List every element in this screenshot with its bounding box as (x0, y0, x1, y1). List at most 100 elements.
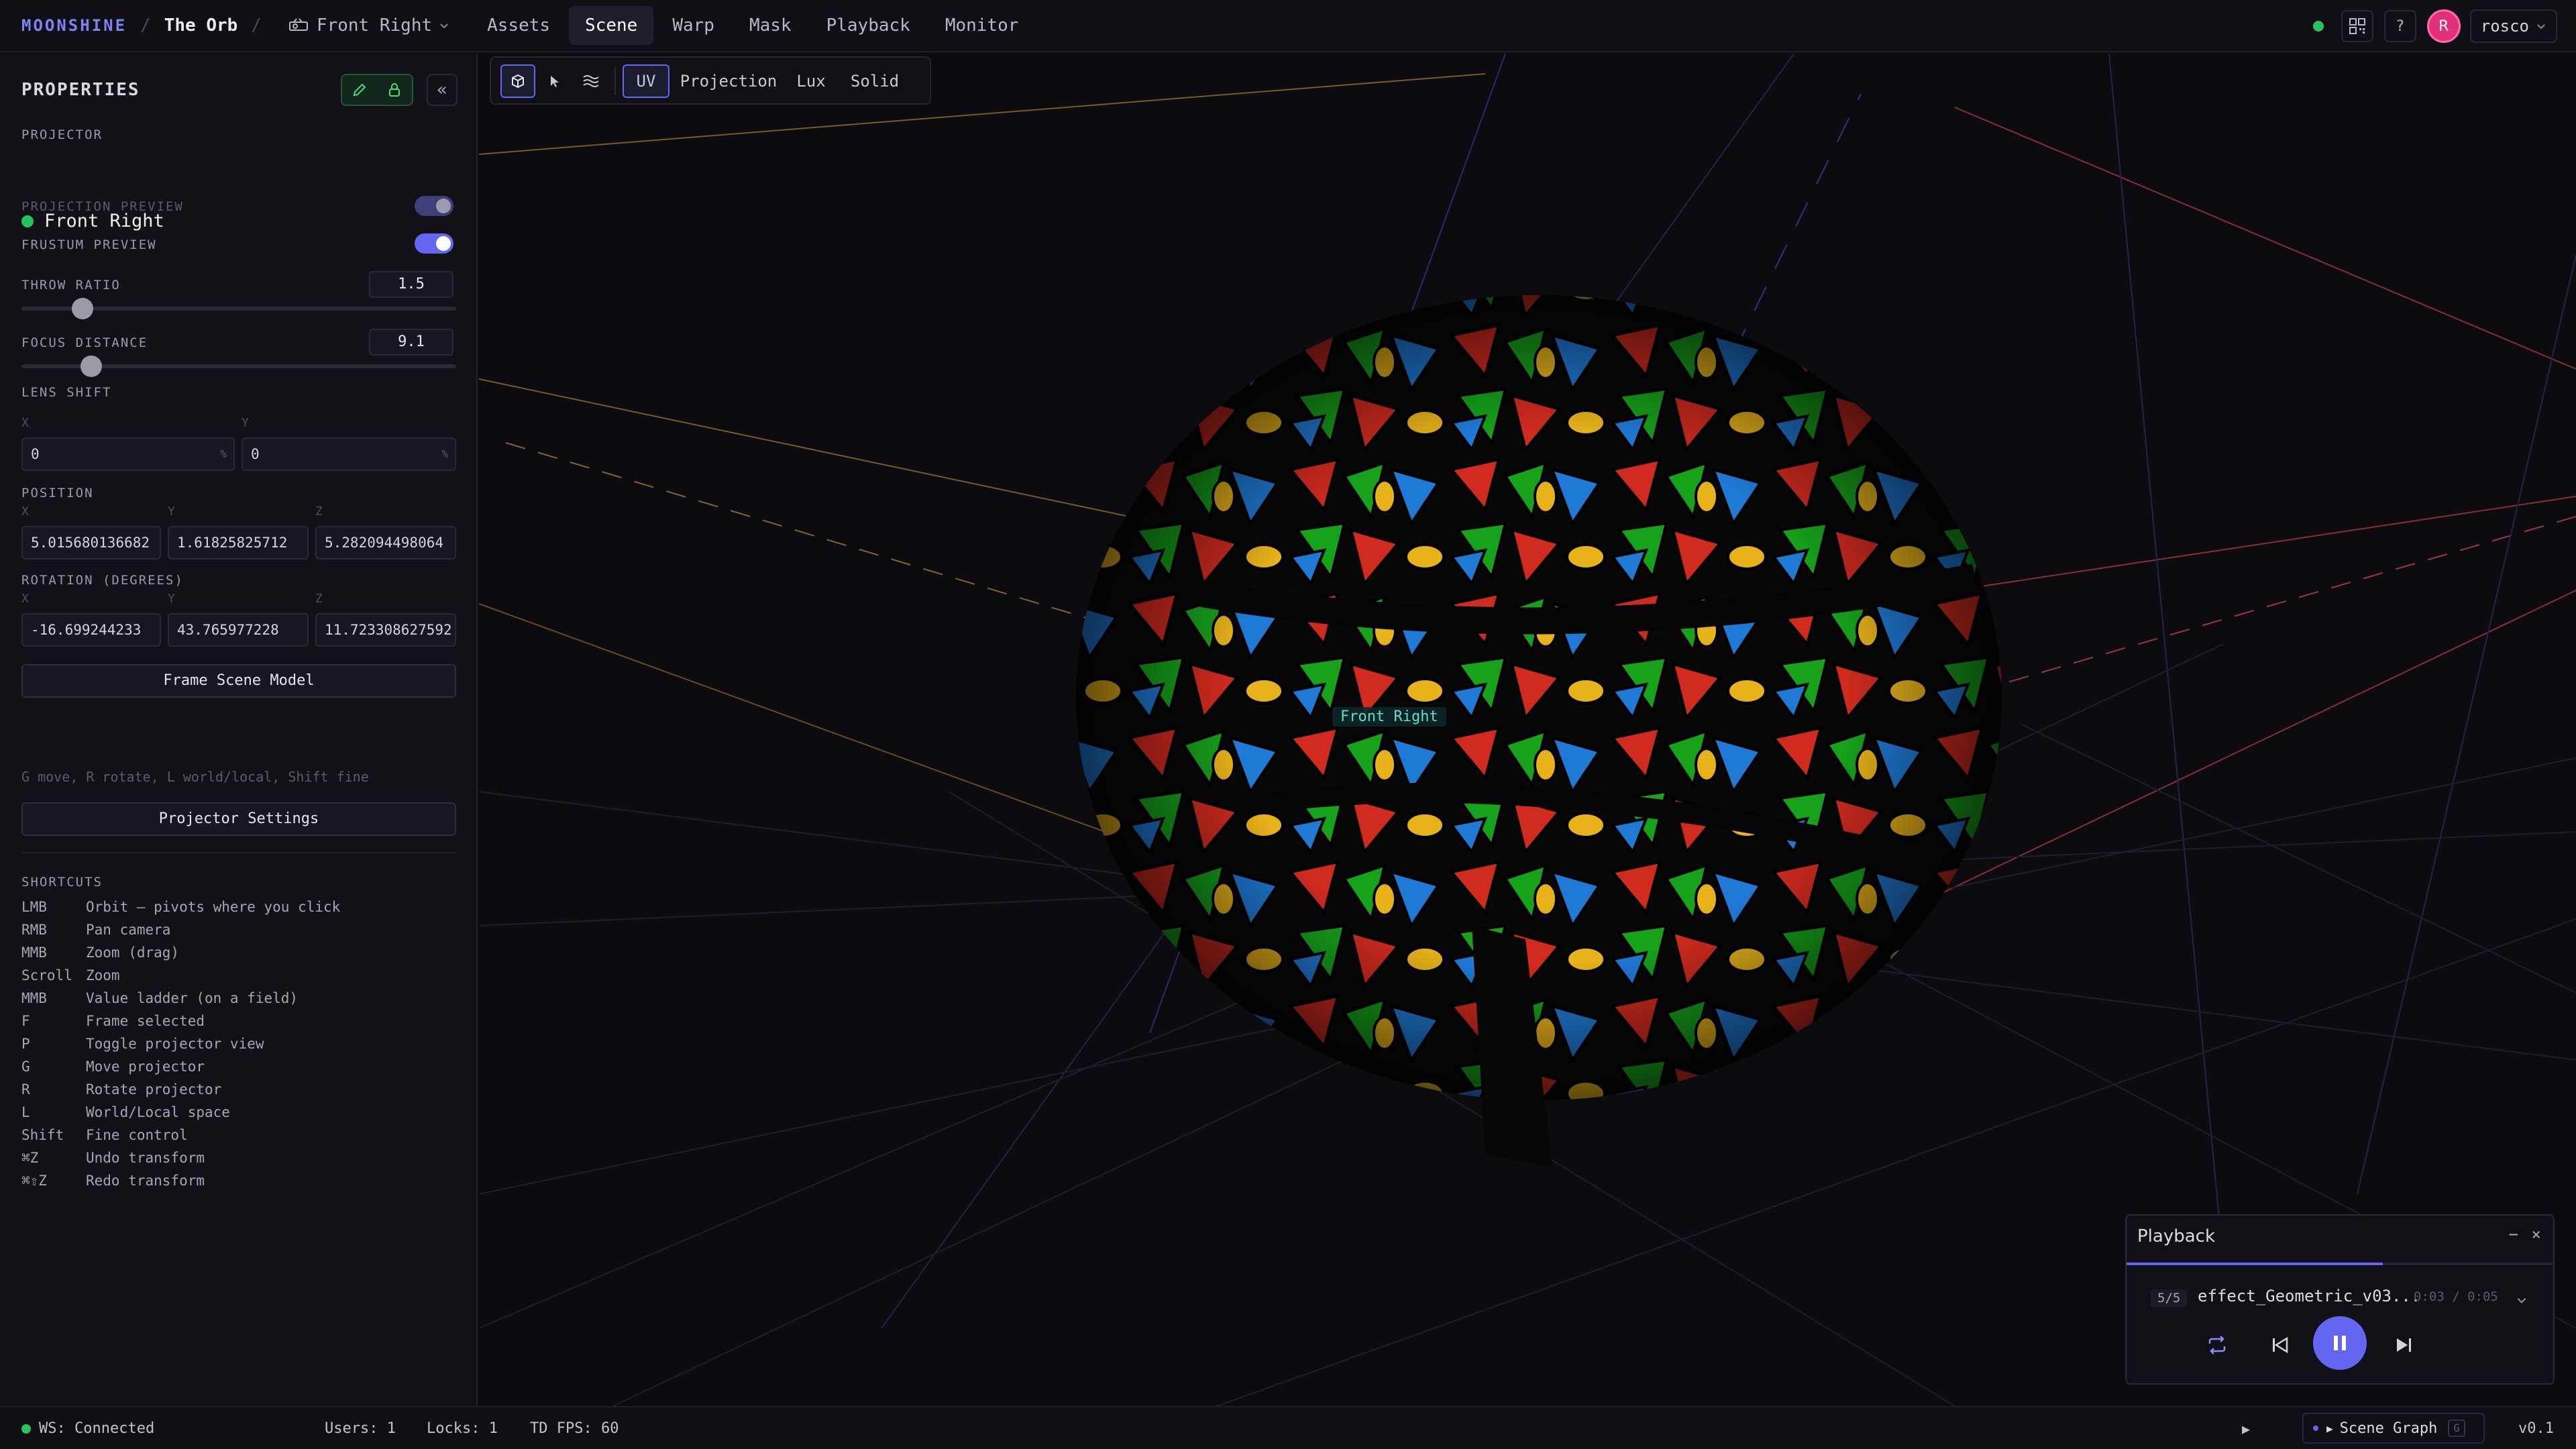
position-y-input[interactable]: 1.61825825712 (168, 526, 309, 559)
scene-graph-button[interactable]: ▶ Scene Graph G (2302, 1413, 2485, 1444)
top-bar: MOONSHINE / The Orb / Front Right Assets… (0, 0, 2576, 52)
user-menu[interactable]: rosco (2469, 9, 2557, 43)
lock-button[interactable] (377, 75, 412, 105)
loop-button[interactable] (2200, 1328, 2234, 1362)
loop-icon (2208, 1336, 2226, 1354)
shortcut-row: LMB Orbit — pivots where you click (21, 899, 458, 922)
nav-tabs: Assets Scene Warp Mask Playback Monitor (471, 6, 1037, 45)
version: v0.1 (2518, 1420, 2554, 1437)
projector-label[interactable]: Front Right (1332, 707, 1446, 727)
shortcut-key: RMB (21, 922, 47, 938)
lens-shift-y-label: Y (241, 416, 249, 430)
shortcut-key: Scroll (21, 967, 72, 983)
shortcut-desc: Undo transform (86, 1150, 205, 1166)
throw-ratio-label: THROW RATIO (21, 278, 121, 292)
lux-mode-button[interactable]: Lux (786, 64, 836, 98)
percent-unit: % (220, 447, 227, 460)
orbit-mode-button[interactable] (500, 64, 535, 98)
shortcut-key: L (21, 1104, 30, 1120)
tab-scene[interactable]: Scene (569, 6, 654, 45)
brand-logo[interactable]: MOONSHINE (21, 16, 127, 35)
tab-playback[interactable]: Playback (810, 6, 926, 45)
lens-shift-y-input[interactable]: 0 % (241, 437, 456, 471)
tab-monitor[interactable]: Monitor (929, 6, 1035, 45)
shortcut-key: P (21, 1036, 30, 1052)
shortcut-row: ⌘Z Undo transform (21, 1150, 458, 1173)
help-button[interactable]: ? (2383, 10, 2416, 42)
shortcut-row: RMB Pan camera (21, 922, 458, 945)
position-y-label: Y (168, 504, 175, 519)
collapse-panel-button[interactable]: « (427, 74, 458, 106)
scene-viewport[interactable]: UV Projection Lux Solid Front Right (479, 54, 2576, 1406)
tab-assets[interactable]: Assets (471, 6, 566, 45)
throw-ratio-slider[interactable] (21, 298, 456, 319)
focus-distance-field[interactable]: 9.1 (369, 329, 453, 356)
focus-distance-slider[interactable] (21, 356, 456, 377)
shortcut-desc: Zoom (86, 967, 120, 983)
orb-model[interactable] (1076, 295, 2002, 1167)
tab-warp[interactable]: Warp (656, 6, 731, 45)
position-label: POSITION (21, 486, 94, 500)
solid-mode-button[interactable]: Solid (841, 64, 908, 98)
previous-button[interactable] (2263, 1328, 2297, 1362)
throw-ratio-field[interactable]: 1.5 (369, 271, 453, 298)
minimize-button[interactable]: − (2509, 1225, 2518, 1244)
position-z-input[interactable]: 5.282094498064 (315, 526, 456, 559)
user-name: rosco (2480, 17, 2529, 36)
transform-hint: G move, R rotate, L world/local, Shift f… (21, 769, 369, 785)
clip-dropdown[interactable] (2516, 1293, 2528, 1310)
rotation-y-input[interactable]: 43.765977228 (168, 613, 309, 647)
rotation-x-input[interactable]: -16.699244233 (21, 613, 161, 647)
chevron-down-icon (2537, 24, 2545, 30)
position-x-input[interactable]: 5.015680136682 (21, 526, 161, 559)
frustum-preview-toggle[interactable] (415, 233, 453, 254)
toggle-knob (436, 236, 451, 251)
projection-preview-toggle[interactable] (415, 196, 453, 216)
shortcut-desc: Rotate projector (86, 1081, 222, 1097)
shortcut-key: ⌘Z (21, 1150, 39, 1166)
clip-name: effect_Geometric_v03... (2198, 1287, 2421, 1305)
slider-thumb[interactable] (80, 356, 102, 377)
next-button[interactable] (2387, 1328, 2420, 1362)
shortcut-row: R Rotate projector (21, 1081, 458, 1104)
cursor-icon (551, 76, 559, 87)
shortcut-key: MMB (21, 990, 47, 1006)
divider (21, 852, 456, 853)
projector-settings-button[interactable]: Projector Settings (21, 802, 456, 836)
cube-icon (512, 74, 524, 89)
select-mode-button[interactable] (539, 64, 570, 98)
scene-canvas[interactable] (479, 54, 2576, 1406)
qr-code-button[interactable] (2341, 10, 2373, 42)
projector-status-dot (21, 215, 34, 227)
blend-mode-button[interactable] (574, 64, 608, 98)
shortcut-row: ⌘⇧Z Redo transform (21, 1173, 458, 1195)
rotation-y-label: Y (168, 592, 175, 606)
frame-scene-model-button[interactable]: Frame Scene Model (21, 664, 456, 698)
shortcut-row: Scroll Zoom (21, 967, 458, 990)
projection-mode-button[interactable]: Projection (676, 64, 781, 98)
uv-mode-button[interactable]: UV (623, 64, 669, 98)
shortcuts-label: SHORTCUTS (21, 875, 103, 890)
avatar[interactable]: R (2426, 9, 2461, 43)
slider-thumb[interactable] (71, 298, 93, 319)
toggle-knob (436, 199, 451, 213)
lens-shift-x-input[interactable]: 0 % (21, 437, 235, 471)
shortcut-key: Shift (21, 1127, 64, 1143)
projector-select[interactable]: Front Right (278, 7, 460, 44)
pause-button[interactable] (2313, 1316, 2367, 1370)
shortcut-row: G Move projector (21, 1059, 458, 1081)
properties-title: PROPERTIES (21, 80, 140, 100)
project-name[interactable]: The Orb (164, 15, 238, 36)
playlist-count: 5/5 (2151, 1289, 2188, 1307)
rotation-z-input[interactable]: 11.723308627592 (315, 613, 456, 647)
scene-graph-shortcut: G (2448, 1419, 2465, 1437)
lens-shift-x-value: 0 (31, 446, 40, 462)
tab-mask[interactable]: Mask (733, 6, 808, 45)
lens-shift-y-value: 0 (251, 446, 260, 462)
properties-header: PROPERTIES « (21, 71, 458, 109)
edit-button[interactable] (342, 75, 377, 105)
playback-progress[interactable] (2127, 1263, 2553, 1265)
lock-icon (389, 83, 400, 97)
close-button[interactable]: × (2532, 1225, 2541, 1244)
position-x-label: X (21, 504, 29, 519)
